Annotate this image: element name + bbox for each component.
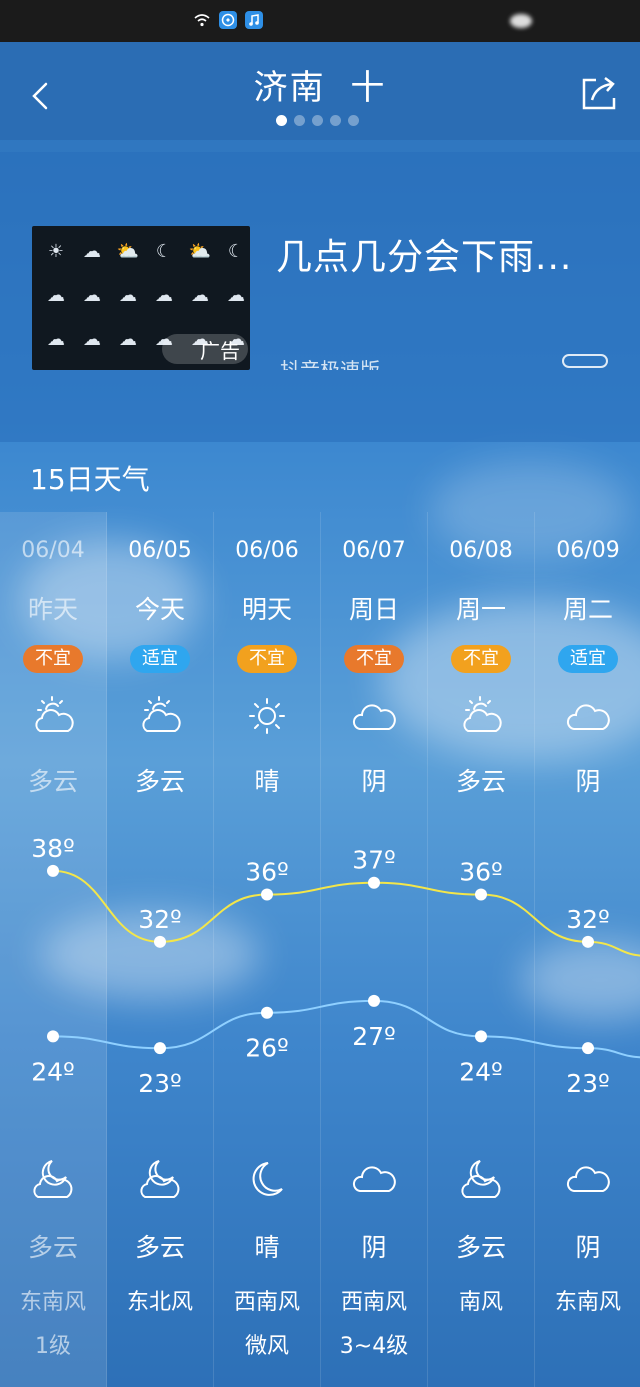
high-temp-label: 37º bbox=[352, 846, 396, 875]
high-temp-point bbox=[154, 935, 166, 948]
low-temp-label: 26º bbox=[245, 1034, 289, 1063]
high-temp-point bbox=[475, 888, 487, 901]
ad-badge: 广告 bbox=[162, 334, 248, 364]
section-title: 15日天气 bbox=[30, 463, 150, 496]
music-icon bbox=[245, 11, 263, 29]
header: 济南 十 bbox=[0, 42, 640, 140]
page-dot bbox=[330, 115, 341, 126]
high-temp-label: 36º bbox=[459, 858, 503, 887]
low-temp-label: 24º bbox=[31, 1057, 75, 1086]
ad-close-button[interactable] bbox=[562, 354, 608, 368]
low-temp-label: 23º bbox=[138, 1069, 182, 1098]
app-icon bbox=[219, 11, 237, 29]
cloud-icon: ☁ bbox=[47, 284, 65, 306]
cloud-icon: ☁ bbox=[227, 284, 245, 306]
ad-image[interactable]: ☀ ☁ ⛅ ☾ ⛅ ☾ ☁ ☁ ☁ ☁ ☁ ☁ ☁ ☁ ☁ ☁ ☁ ☁ 广告 bbox=[32, 226, 250, 370]
notification-dot-icon bbox=[510, 14, 532, 28]
status-bar bbox=[0, 0, 640, 42]
wifi-icon bbox=[193, 11, 211, 29]
city-title[interactable]: 济南 十 bbox=[0, 60, 640, 109]
page-dot bbox=[276, 115, 287, 126]
cloud-icon: ☁ bbox=[155, 284, 173, 306]
status-icons bbox=[193, 11, 263, 29]
cloud-icon: ☁ bbox=[191, 284, 209, 306]
low-temp-point bbox=[47, 1030, 59, 1043]
ad-title[interactable]: 几点几分会下雨... bbox=[276, 228, 572, 280]
moon-icon: ☾ bbox=[155, 240, 173, 262]
page-dot bbox=[348, 115, 359, 126]
ad-subtitle: 抖音极速版 bbox=[280, 358, 380, 370]
high-temp-point bbox=[261, 888, 273, 901]
page-indicator bbox=[276, 115, 359, 126]
cloud-icon: ⛅ bbox=[116, 240, 140, 262]
cloud-icon: ⛅ bbox=[188, 240, 212, 262]
temperature-chart: 38º 32º 36º 37º 36º 32º 24º 23º 26º 27º 24º 23º bbox=[31, 834, 640, 1098]
cloud-icon: ☁ bbox=[83, 328, 101, 350]
low-temp-point bbox=[368, 994, 380, 1007]
page-dot bbox=[312, 115, 323, 126]
cloud-icon: ☁ bbox=[83, 240, 101, 262]
sun-icon: ☀ bbox=[47, 240, 65, 262]
share-icon bbox=[582, 77, 616, 110]
high-temp-point bbox=[582, 935, 594, 948]
moon-icon: ☾ bbox=[227, 240, 245, 262]
low-temp-label: 23º bbox=[566, 1069, 610, 1098]
high-temp-label: 38º bbox=[31, 834, 75, 863]
high-temp-label: 32º bbox=[566, 905, 610, 934]
high-temp-label: 36º bbox=[245, 858, 289, 887]
cloud-icon: ☁ bbox=[47, 328, 65, 350]
low-temp-point bbox=[261, 1006, 273, 1019]
low-temp-label: 24º bbox=[459, 1057, 503, 1086]
low-temp-label: 27º bbox=[352, 1022, 396, 1051]
city-name: 济南 bbox=[253, 68, 326, 108]
low-temp-point bbox=[154, 1042, 166, 1055]
cloud-icon: ☁ bbox=[119, 284, 137, 306]
cloud-icon: ☁ bbox=[119, 328, 137, 350]
low-temp-point bbox=[582, 1042, 594, 1055]
page-dot bbox=[294, 115, 305, 126]
cloud-icon: ☁ bbox=[83, 284, 101, 306]
add-city-button[interactable]: 十 bbox=[350, 68, 386, 108]
low-temp-point bbox=[475, 1030, 487, 1043]
share-button[interactable] bbox=[578, 72, 620, 114]
high-temp-point bbox=[47, 864, 59, 877]
low-temp-line bbox=[52, 999, 640, 1059]
high-temp-label: 32º bbox=[138, 905, 182, 934]
forecast-panel: 06/04 昨天 不宜 多云 多云 东南风 1级 06/05 今天 适宜 多云 多云 东北风 06/06 明… bbox=[0, 512, 640, 1387]
high-temp-point bbox=[368, 876, 380, 889]
